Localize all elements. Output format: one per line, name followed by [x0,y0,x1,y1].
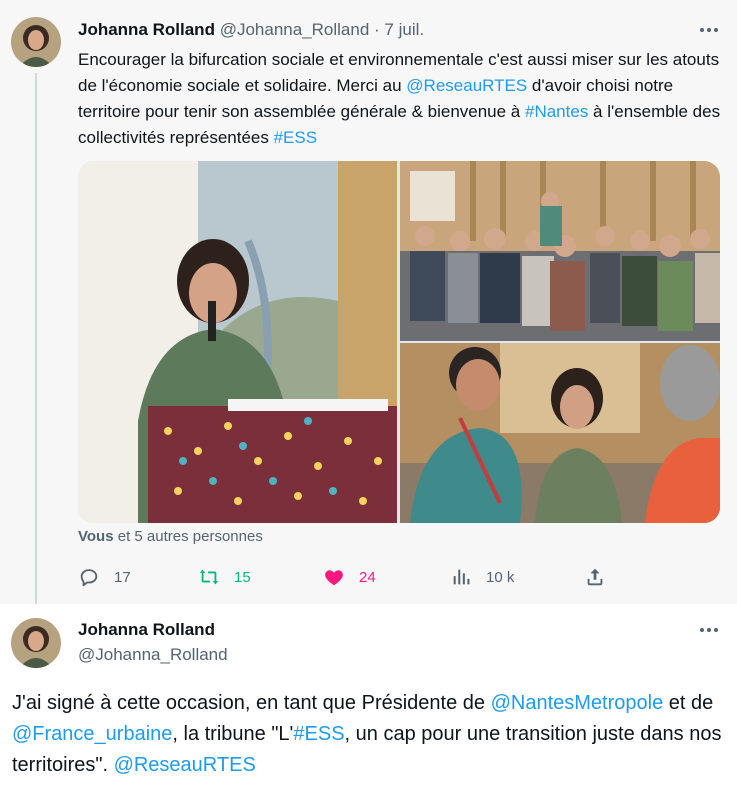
mention-nantesmetropole[interactable]: @NantesMetropole [491,692,664,714]
author-avatar[interactable] [11,618,61,668]
photo-conversation[interactable] [400,343,720,523]
views-button[interactable]: 10 k [450,562,514,592]
like-count: 24 [359,568,376,586]
photo-speaker[interactable] [78,161,397,523]
text-segment: J'ai signé à cette occasion, en tant que… [12,692,491,714]
tagged-others: et 5 autres personnes [113,528,263,545]
views-icon [453,569,470,585]
action-bar: 17 15 24 10 k [78,562,618,592]
author-avatar[interactable] [11,17,61,67]
tweet-1[interactable]: Johanna Rolland @Johanna_Rolland · 7 jui… [0,0,737,613]
separator: · [369,20,385,39]
hashtag-ess[interactable]: #ESS [293,723,344,745]
retweet-count: 15 [234,568,251,586]
text-segment: , la tribune "L' [172,723,294,745]
like-button[interactable]: 24 [323,562,376,592]
retweet-button[interactable]: 15 [198,562,251,592]
text-segment: et de [663,692,714,714]
tagged-people[interactable]: Vous et 5 autres personnes [78,528,263,545]
more-icon[interactable] [697,20,721,40]
media-grid [78,161,720,523]
tweet-text: Encourager la bifurcation sociale et env… [78,47,728,151]
tagged-you: Vous [78,528,114,545]
share-icon [587,568,603,586]
retweet-icon [199,569,219,585]
mention-reseaurtes[interactable]: @ReseauRTES [406,76,527,95]
reply-icon [80,569,98,587]
thread-line [35,73,37,613]
author-handle[interactable]: @Johanna_Rolland [220,20,370,39]
tweet-text: J'ai signé à cette occasion, en tant que… [12,688,727,781]
mention-france-urbaine[interactable]: @France_urbaine [12,723,172,745]
author-handle[interactable]: @Johanna_Rolland [78,645,228,665]
tweet-time[interactable]: 7 juil. [384,20,424,39]
photo-audience[interactable] [400,161,720,341]
author-name[interactable]: Johanna Rolland [78,20,215,39]
reply-count: 17 [114,568,131,586]
mention-reseaurtes[interactable]: @ReseauRTES [114,754,256,776]
like-icon [325,570,343,586]
tweet-header: Johanna Rolland @Johanna_Rolland · 7 jui… [78,20,424,40]
tweet-2[interactable]: Johanna Rolland @Johanna_Rolland J'ai si… [0,604,737,809]
share-button[interactable] [584,562,606,592]
hashtag-ess[interactable]: #ESS [274,128,317,147]
more-icon[interactable] [697,620,721,640]
hashtag-nantes[interactable]: #Nantes [525,102,588,121]
author-name[interactable]: Johanna Rolland [78,620,215,640]
views-count: 10 k [486,568,515,586]
reply-button[interactable]: 17 [78,562,131,592]
